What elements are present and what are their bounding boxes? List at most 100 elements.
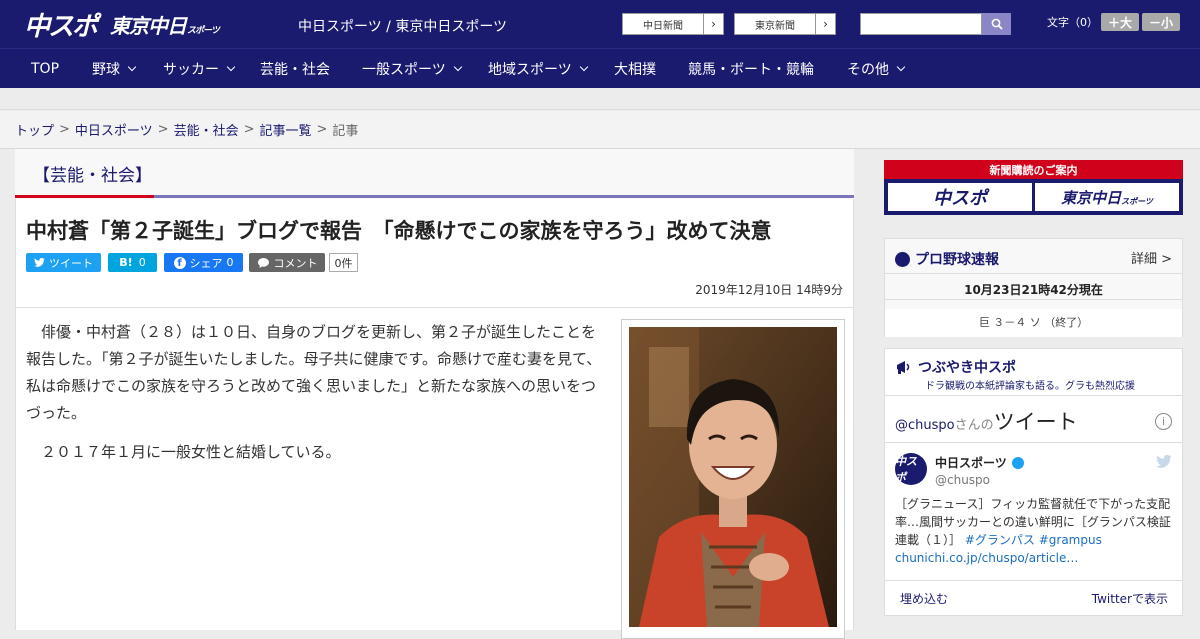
breadcrumb-article-list[interactable]: 記事一覧	[260, 120, 312, 139]
verified-badge-icon	[1011, 456, 1024, 469]
nav-sumo[interactable]: 大相撲	[614, 49, 656, 89]
main-content: 【芸能・社会】 中村蒼「第２子誕生」ブログで報告 「命懸けでこの家族を守ろう」改…	[0, 149, 1200, 639]
top-header: 中スポ 東京中日 スポーツ 中日スポーツ / 東京中日スポーツ 中日新聞 › 東京…	[0, 0, 1200, 48]
tweet-button[interactable]: ツイート	[26, 253, 101, 272]
divider	[885, 273, 1182, 274]
font-size-label: 文字（0）	[1047, 16, 1098, 29]
comment-count: 0件	[329, 253, 358, 272]
nav-general-sports[interactable]: 一般スポーツ	[362, 49, 462, 89]
search-button[interactable]	[982, 13, 1011, 35]
tokyo-shimbun-button[interactable]: 東京新聞 ›	[734, 13, 836, 35]
breadcrumb-separator: >	[243, 122, 255, 137]
hatena-button[interactable]: B! 0	[108, 253, 157, 272]
chevron-right-icon: ›	[703, 14, 723, 34]
facebook-share-count: 0	[226, 256, 234, 269]
view-on-twitter-link[interactable]: Twitterで表示	[1092, 590, 1168, 607]
nav-top[interactable]: TOP	[31, 49, 59, 89]
timeline-label: ツイート	[993, 410, 1078, 434]
embed-link[interactable]: 埋め込む	[900, 590, 948, 607]
article: 中村蒼「第２子誕生」ブログで報告 「命懸けでこの家族を守ろう」改めて決意 ツイー…	[15, 199, 854, 639]
nav-label: 競馬・ボート・競輪	[688, 62, 814, 78]
nav-label: 地域スポーツ	[488, 62, 572, 78]
chuspo-logo[interactable]: 中スポ	[24, 8, 98, 42]
subscription-ad[interactable]: 新聞購読のご案内 中スポ 東京中日 スポーツ	[884, 160, 1183, 215]
spacer-strip	[0, 88, 1200, 110]
tokyo-chunichi-subscribe-logo[interactable]: 東京中日 スポーツ	[1035, 183, 1179, 211]
megaphone-icon	[897, 361, 910, 374]
subscription-ad-title: 新聞購読のご案内	[884, 160, 1183, 179]
twitter-widget-footer: 埋め込む Twitterで表示	[885, 579, 1182, 615]
tokyo-chunichi-logo-suffix: スポーツ	[187, 25, 220, 36]
comment-label: コメント	[273, 256, 318, 270]
twitter-widget-title: つぶやき中スポ	[895, 357, 1016, 377]
nav-label: TOP	[31, 61, 60, 77]
nav-label: 一般スポーツ	[362, 62, 446, 78]
breadcrumb: トップ > 中日スポーツ > 芸能・社会 > 記事一覧 > 記事	[0, 111, 1200, 149]
font-larger-button[interactable]: ＋大	[1101, 13, 1139, 31]
nav-label: 野球	[92, 62, 120, 78]
article-paragraph: 俳優・中村蒼（２８）は１０日、自身のブログを更新し、第２子が誕生したことを報告し…	[26, 323, 602, 422]
chunichi-shimbun-label: 中日新聞	[643, 20, 683, 32]
article-photo-frame	[621, 319, 845, 639]
article-body: 俳優・中村蒼（２８）は１０日、自身のブログを更新し、第２子が誕生したことを報告し…	[26, 319, 603, 478]
baseball-update-time: 10月23日21時42分現在	[964, 283, 1103, 297]
portrait-image	[629, 327, 837, 627]
chevron-down-icon	[896, 62, 906, 72]
timeline-handle-suffix: さんの	[954, 418, 994, 433]
category-underline-accent	[15, 195, 154, 198]
comment-button[interactable]: コメント	[249, 253, 325, 272]
chuspo-subscribe-logo[interactable]: 中スポ	[888, 183, 1032, 211]
nav-label: 大相撲	[614, 62, 656, 78]
nav-entertainment[interactable]: 芸能・社会	[260, 49, 330, 89]
tokyo-shimbun-label: 東京新聞	[755, 20, 795, 32]
baseball-details-link[interactable]: 詳細 >	[1131, 248, 1172, 267]
chevron-down-icon	[579, 62, 588, 72]
chunichi-shimbun-button[interactable]: 中日新聞 ›	[622, 13, 724, 35]
site-title: 中日スポーツ / 東京中日スポーツ	[298, 19, 508, 35]
baseball-widget-title: プロ野球速報	[895, 249, 999, 269]
twitter-bird-icon[interactable]	[1156, 453, 1172, 472]
tokyo-chunichi-subscribe-suffix: スポーツ	[1121, 196, 1153, 206]
nav-keiba[interactable]: 競馬・ボート・競輪	[688, 49, 814, 89]
nav-baseball[interactable]: 野球	[92, 49, 137, 89]
nav-label: 芸能・社会	[260, 62, 330, 78]
chevron-down-icon	[453, 62, 462, 72]
breadcrumb-separator: >	[157, 122, 169, 137]
tokyo-chunichi-subscribe-text: 東京中日	[1061, 188, 1122, 207]
breadcrumb-chunichi-sports[interactable]: 中日スポーツ	[75, 120, 153, 139]
breadcrumb-entertainment[interactable]: 芸能・社会	[174, 120, 239, 139]
chevron-right-icon: ›	[815, 14, 835, 34]
nav-local-sports[interactable]: 地域スポーツ	[488, 49, 588, 89]
facebook-icon: f	[173, 256, 186, 269]
baseball-icon	[895, 251, 910, 267]
nav-soccer[interactable]: サッカー	[163, 49, 236, 89]
breadcrumb-top[interactable]: トップ	[15, 120, 54, 139]
tweet-author-name[interactable]: 中日スポーツ	[935, 454, 1024, 471]
category-title: 【芸能・社会】	[33, 166, 152, 186]
baseball-widget-title-text: プロ野球速報	[915, 252, 999, 268]
baseball-score[interactable]: 巨 ３－４ ソ （終了）	[885, 309, 1182, 337]
tokyo-chunichi-logo[interactable]: 東京中日 スポーツ	[110, 8, 220, 40]
avatar[interactable]: 中スポ	[895, 453, 927, 485]
timeline-handle[interactable]: @chuspo	[895, 418, 955, 433]
search-input[interactable]	[860, 13, 982, 35]
tweet-hashtags[interactable]: #グランパス #grampus	[965, 533, 1102, 547]
search-icon	[991, 18, 1003, 30]
info-icon[interactable]: i	[1155, 413, 1172, 430]
twitter-widget-subtitle: ドラ観戦の本紙評論家も語る。グラも熱烈応援	[925, 381, 1135, 392]
twitter-widget-title-text: つぶやき中スポ	[918, 360, 1016, 376]
font-smaller-button[interactable]: －小	[1142, 13, 1180, 31]
twitter-icon	[34, 258, 45, 267]
main-nav: TOP 野球 サッカー 芸能・社会 一般スポーツ 地域スポーツ 大相撲 競馬・ボ…	[0, 48, 1200, 88]
nav-other[interactable]: その他	[847, 49, 906, 89]
article-photo[interactable]	[629, 327, 837, 627]
category-header: 【芸能・社会】	[15, 149, 854, 199]
tweet-author-handle[interactable]: @chuspo	[935, 473, 990, 487]
facebook-share-button[interactable]: f シェア 0	[164, 253, 243, 272]
tweet-link[interactable]: chunichi.co.jp/chuspo/article…	[895, 551, 1078, 565]
chevron-down-icon	[127, 62, 137, 72]
tweet-text: ［グラニュース］フィッカ監督就任で下がった支配率…風間サッカーとの違い鮮明に［グ…	[895, 495, 1175, 567]
hatena-icon: B!	[119, 256, 133, 269]
article-headline: 中村蒼「第２子誕生」ブログで報告 「命懸けでこの家族を守ろう」改めて決意	[26, 219, 772, 243]
breadcrumb-current: 記事	[332, 124, 359, 139]
